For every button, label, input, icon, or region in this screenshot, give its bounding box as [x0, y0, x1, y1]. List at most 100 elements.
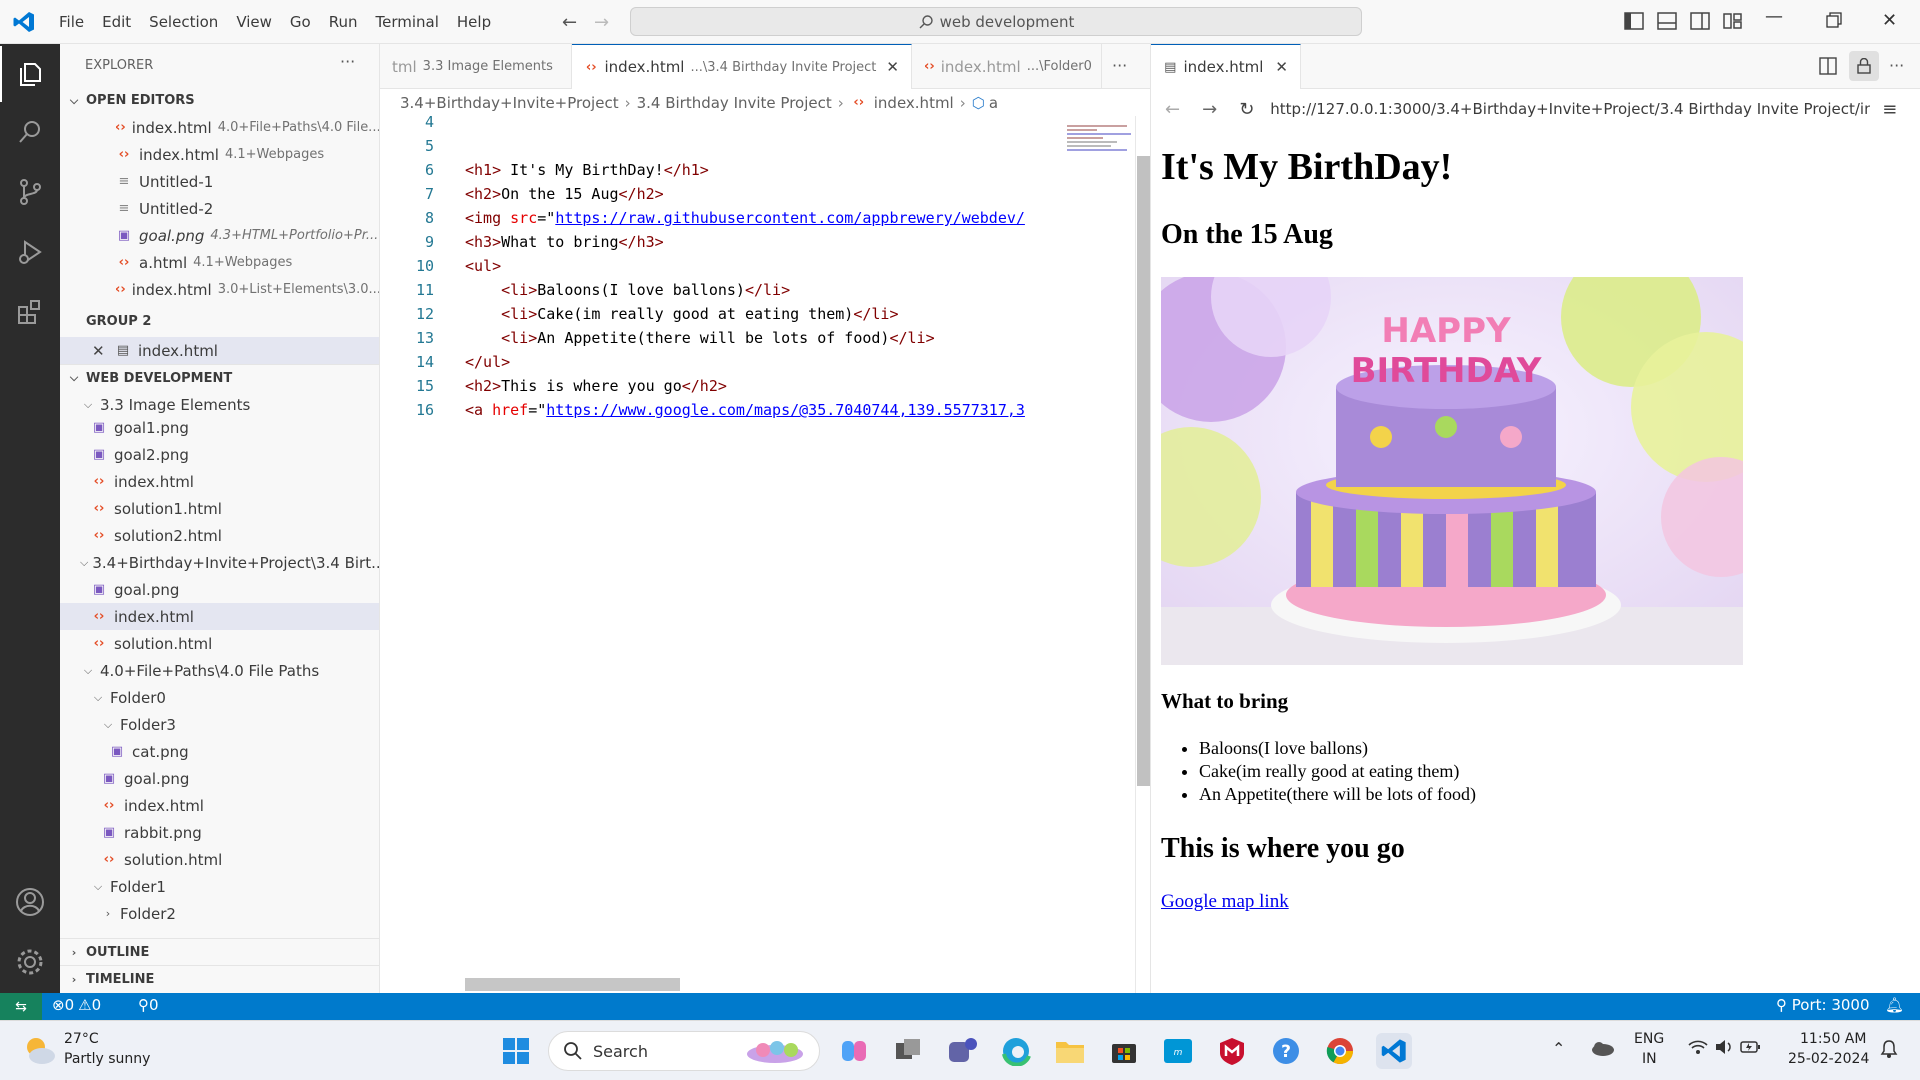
refresh-icon[interactable]: ↻: [1239, 99, 1254, 120]
edge-icon[interactable]: [998, 1033, 1034, 1069]
search-icon[interactable]: [0, 104, 60, 160]
close-icon[interactable]: ✕: [886, 58, 899, 76]
tab-preview[interactable]: ▤ index.html ✕: [1151, 44, 1301, 89]
accounts-icon[interactable]: [0, 874, 60, 930]
restore-icon[interactable]: [1826, 12, 1842, 28]
tree-folder[interactable]: ⌵ Folder1: [60, 873, 379, 900]
toggle-panel-icon[interactable]: [1657, 12, 1677, 30]
tree-file[interactable]: ▣ goal.png: [60, 765, 379, 792]
lock-icon[interactable]: [1849, 51, 1879, 81]
group2-item[interactable]: ✕ ▤ index.html: [60, 337, 379, 364]
wifi-icon[interactable]: [1688, 1039, 1708, 1055]
tree-file[interactable]: ‹› solution2.html: [60, 522, 379, 549]
tree-file[interactable]: ‹› solution1.html: [60, 495, 379, 522]
preview-url[interactable]: http://127.0.0.1:3000/3.4+Birthday+Invit…: [1270, 100, 1870, 118]
tree-file[interactable]: ▣ goal.png: [60, 576, 379, 603]
split-editor-icon[interactable]: [1819, 57, 1837, 75]
open-editor-item[interactable]: ‹› index.html 3.0+List+Elements\3.0...: [60, 276, 379, 303]
windows-start-icon[interactable]: [498, 1033, 534, 1069]
menu-file[interactable]: File: [50, 0, 93, 44]
tree-file[interactable]: ‹› solution.html: [60, 846, 379, 873]
myhp-icon[interactable]: m: [1160, 1033, 1196, 1069]
teams-icon[interactable]: [944, 1033, 980, 1069]
timeline-header[interactable]: › TIMELINE: [60, 965, 379, 992]
open-editor-item[interactable]: ≡ Untitled-2: [60, 195, 379, 222]
battery-icon[interactable]: [1740, 1038, 1762, 1056]
outline-header[interactable]: › OUTLINE: [60, 938, 379, 965]
tree-file[interactable]: ▣ rabbit.png: [60, 819, 379, 846]
weather-desc[interactable]: Partly sunny: [64, 1051, 150, 1067]
customize-layout-icon[interactable]: [1723, 12, 1743, 30]
breadcrumb-item[interactable]: index.html: [874, 94, 954, 112]
copilot-icon[interactable]: [836, 1033, 872, 1069]
tree-file[interactable]: ‹› solution.html: [60, 630, 379, 657]
help-icon[interactable]: ?: [1268, 1033, 1304, 1069]
more-actions-icon[interactable]: ···: [1889, 56, 1904, 75]
back-arrow-icon[interactable]: ←: [562, 12, 577, 33]
tree-file[interactable]: ‹› index.html: [60, 792, 379, 819]
close-icon[interactable]: ✕: [1275, 58, 1288, 76]
minimap[interactable]: [1066, 116, 1136, 993]
store-icon[interactable]: [1106, 1033, 1142, 1069]
explorer-icon[interactable]: [0, 46, 60, 102]
lang-primary[interactable]: ENG: [1634, 1031, 1664, 1047]
tree-file[interactable]: ▣ goal2.png: [60, 441, 379, 468]
volume-icon[interactable]: [1714, 1038, 1734, 1056]
open-editor-item[interactable]: ≡ Untitled-1: [60, 168, 379, 195]
run-debug-icon[interactable]: [0, 224, 60, 280]
menu-view[interactable]: View: [227, 0, 281, 44]
horizontal-scrollbar-thumb[interactable]: [465, 978, 680, 991]
remote-icon[interactable]: ⇆: [0, 993, 42, 1020]
more-actions-icon[interactable]: ···: [340, 52, 355, 71]
extensions-icon[interactable]: [0, 284, 60, 340]
notification-bell-icon[interactable]: [1880, 1039, 1898, 1059]
back-arrow-icon[interactable]: ←: [1165, 99, 1180, 120]
tree-file[interactable]: ‹› index.html: [60, 468, 379, 495]
tab-birthday-index[interactable]: ‹› index.html ...\3.4 Birthday Invite Proj…: [572, 44, 912, 89]
breadcrumb-item[interactable]: 3.4+Birthday+Invite+Project: [400, 94, 619, 112]
tab-folder0-index[interactable]: ‹› index.html ...\Folder0: [912, 44, 1102, 89]
menu-edit[interactable]: Edit: [93, 0, 140, 44]
menu-terminal[interactable]: Terminal: [367, 0, 448, 44]
bell-icon[interactable]: 🔔︎: [1885, 996, 1904, 1014]
workspace-header[interactable]: ⌵ WEB DEVELOPMENT: [60, 364, 379, 391]
vscode-taskbar-icon[interactable]: [1376, 1033, 1412, 1069]
breadcrumb-item[interactable]: 3.4 Birthday Invite Project: [637, 94, 832, 112]
weather-temp[interactable]: 27°C: [64, 1031, 99, 1047]
open-editor-item[interactable]: ‹› a.html 4.1+Webpages: [60, 249, 379, 276]
tab-image-elements[interactable]: tml 3.3 Image Elements: [380, 44, 572, 89]
open-editor-item[interactable]: ‹› index.html 4.0+File+Paths\4.0 File...: [60, 114, 379, 141]
chrome-icon[interactable]: [1322, 1033, 1358, 1069]
tree-folder[interactable]: ⌵ Folder3: [60, 711, 379, 738]
tree-file[interactable]: ▣ cat.png: [60, 738, 379, 765]
minimize-icon[interactable]: —: [1765, 6, 1783, 27]
editor-scrollbar[interactable]: [1135, 116, 1150, 993]
menu-run[interactable]: Run: [320, 0, 367, 44]
clock-time[interactable]: 11:50 AM: [1800, 1031, 1866, 1047]
lang-secondary[interactable]: IN: [1642, 1051, 1657, 1067]
open-editor-item[interactable]: ▣ goal.png 4.3+HTML+Portfolio+Pr...: [60, 222, 379, 249]
close-window-icon[interactable]: ✕: [1882, 10, 1897, 31]
tree-folder[interactable]: ⌵ 4.0+File+Paths\4.0 File Paths: [60, 657, 379, 684]
tree-folder[interactable]: ⌵ 3.4+Birthday+Invite+Project\3.4 Birt...: [60, 549, 379, 576]
code-editor[interactable]: 4 5 6 <h1> It's My BirthDay!</h1> 7 <h2>On th…: [380, 116, 1135, 993]
scrollbar-thumb[interactable]: [1137, 156, 1150, 786]
menu-help[interactable]: Help: [448, 0, 500, 44]
weather-icon[interactable]: [22, 1035, 56, 1065]
menu-go[interactable]: Go: [281, 0, 320, 44]
taskbar-search[interactable]: Search: [548, 1031, 820, 1071]
source-control-icon[interactable]: [0, 164, 60, 220]
ports-status[interactable]: ⚲ 0: [138, 996, 159, 1014]
forward-arrow-icon[interactable]: →: [1202, 99, 1217, 120]
google-map-link[interactable]: Google map link: [1161, 891, 1289, 913]
problems-status[interactable]: ⊗ 0 ⚠ 0: [52, 996, 101, 1014]
task-view-icon[interactable]: [890, 1033, 926, 1069]
close-icon[interactable]: ✕: [92, 342, 108, 360]
chevron-up-icon[interactable]: ⌃: [1552, 1039, 1565, 1058]
port-status[interactable]: ⚲ Port: 3000: [1776, 996, 1870, 1014]
toggle-primary-sidebar-icon[interactable]: [1624, 12, 1644, 30]
file-explorer-icon[interactable]: [1052, 1033, 1088, 1069]
forward-arrow-icon[interactable]: →: [594, 12, 609, 33]
open-editor-item[interactable]: ‹› index.html 4.1+Webpages: [60, 141, 379, 168]
open-editors-header[interactable]: ⌵ OPEN EDITORS: [60, 87, 379, 114]
